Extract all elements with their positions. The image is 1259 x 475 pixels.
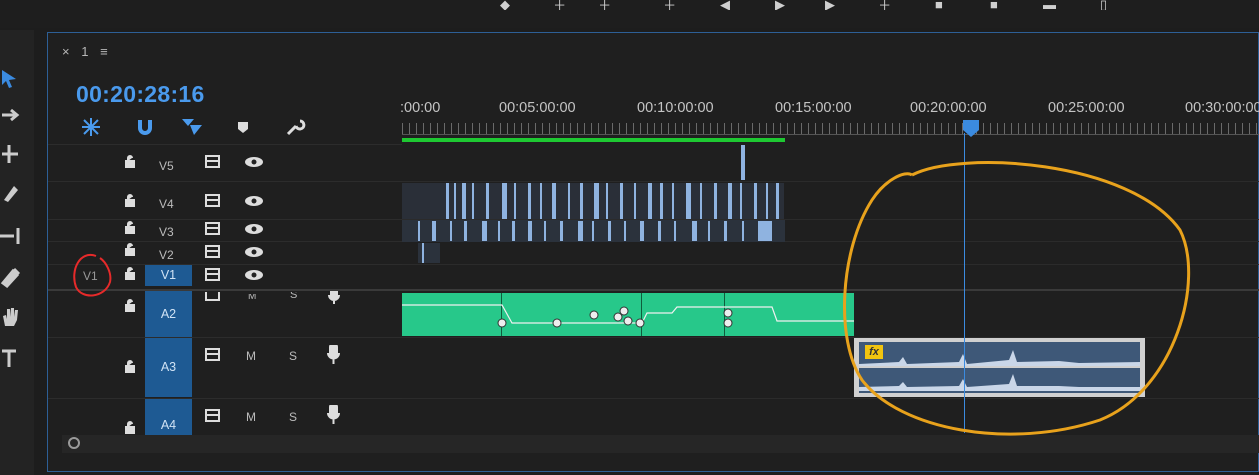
- annotation-overlay: [73, 161, 1191, 436]
- red-circle-annotation: [73, 253, 112, 297]
- orange-circle-annotation: [843, 161, 1191, 436]
